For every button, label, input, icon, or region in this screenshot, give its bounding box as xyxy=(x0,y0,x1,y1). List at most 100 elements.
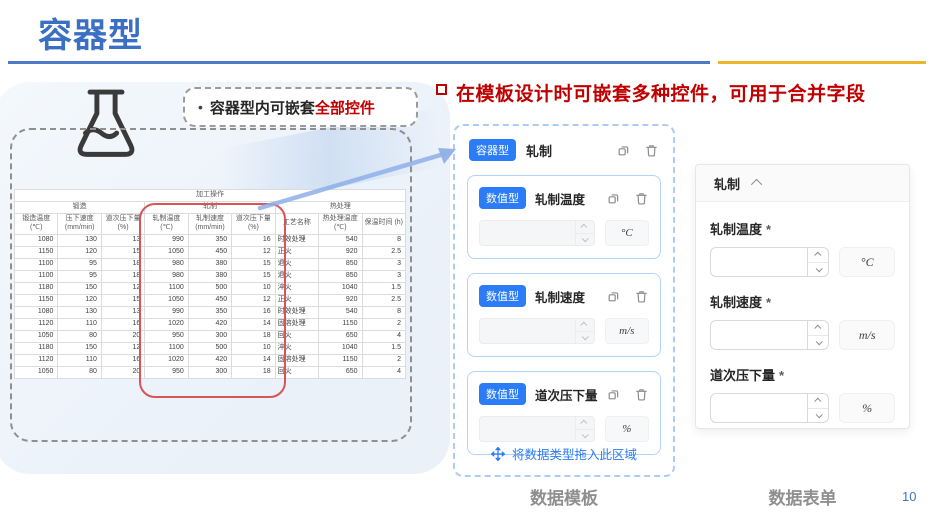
unit-label: % xyxy=(839,393,895,423)
numeric-type-badge: 数值型 xyxy=(479,285,526,307)
copy-icon[interactable] xyxy=(616,143,631,158)
table-cell: 850 xyxy=(319,270,362,282)
table-cell: 1150 xyxy=(15,294,58,306)
caption-data-form: 数据表单 xyxy=(695,484,910,509)
square-bullet-icon xyxy=(436,84,447,95)
table-cell: 1150 xyxy=(319,354,362,366)
number-input[interactable] xyxy=(479,416,575,442)
number-stepper[interactable] xyxy=(807,320,829,350)
delete-icon[interactable] xyxy=(634,289,649,304)
table-cell: 850 xyxy=(319,258,362,270)
bubble-highlight: 全部控件 xyxy=(315,97,375,118)
table-cell: 650 xyxy=(319,330,362,342)
caption-data-template: 数据模板 xyxy=(453,484,675,509)
table-cell: 150 xyxy=(58,342,101,354)
form-group-title: 轧制 xyxy=(714,174,740,193)
required-mark: * xyxy=(779,368,784,383)
numeric-type-badge: 数值型 xyxy=(479,187,526,209)
step-down-icon[interactable] xyxy=(582,235,589,242)
title-underline-blue xyxy=(8,61,710,64)
table-column-header: 压下速度(mm/min) xyxy=(58,214,101,235)
form-field: 轧制温度* °C xyxy=(710,219,895,277)
number-stepper[interactable] xyxy=(575,416,594,442)
form-field: 轧制速度 * m/s xyxy=(710,292,895,350)
field-card: 数值型 道次压下量 xyxy=(467,371,661,455)
drop-hint[interactable]: 将数据类型拖入此区域 xyxy=(455,444,673,463)
form-body: 轧制温度* °C 轧制速度 * m/s 道次压下量 * xyxy=(696,202,909,423)
copy-icon[interactable] xyxy=(606,191,621,206)
headline: 在模板设计时可嵌套多种控件，可用于合并字段 xyxy=(436,79,866,106)
unit-label: m/s xyxy=(839,320,895,350)
number-stepper[interactable] xyxy=(807,247,829,277)
field-card-label: 轧制速度 xyxy=(535,287,585,306)
delete-icon[interactable] xyxy=(644,143,659,158)
number-stepper[interactable] xyxy=(575,318,594,344)
table-cell: 95 xyxy=(58,270,101,282)
field-card-label: 轧制温度 xyxy=(535,189,585,208)
table-cell: 1040 xyxy=(319,342,362,354)
step-down-icon[interactable] xyxy=(816,411,823,418)
table-cell: 2.5 xyxy=(362,294,406,306)
copy-icon[interactable] xyxy=(606,387,621,402)
table-cell: 3 xyxy=(362,258,406,270)
page-title: 容器型 xyxy=(38,8,143,57)
highlight-frame xyxy=(139,203,286,398)
pointer-arrow-icon xyxy=(248,140,466,218)
number-input[interactable] xyxy=(479,318,575,344)
step-up-icon[interactable] xyxy=(581,322,588,329)
number-input[interactable] xyxy=(479,220,575,246)
table-cell: 110 xyxy=(58,318,101,330)
step-up-icon[interactable] xyxy=(814,325,821,332)
table-cell: 8 xyxy=(362,234,406,246)
table-cell: 920 xyxy=(319,294,362,306)
number-stepper[interactable] xyxy=(807,393,829,423)
step-down-icon[interactable] xyxy=(816,338,823,345)
step-down-icon[interactable] xyxy=(816,265,823,272)
required-mark: * xyxy=(766,295,771,310)
unit-label: °C xyxy=(839,247,895,277)
delete-icon[interactable] xyxy=(634,387,649,402)
table-cell: 110 xyxy=(58,354,101,366)
table-cell: 2 xyxy=(362,354,406,366)
table-cell: 1180 xyxy=(15,342,58,354)
delete-icon[interactable] xyxy=(634,191,649,206)
table-cell: 1.5 xyxy=(362,342,406,354)
number-input[interactable] xyxy=(710,320,807,350)
copy-icon[interactable] xyxy=(606,289,621,304)
table-cell: 1080 xyxy=(15,306,58,318)
step-up-icon[interactable] xyxy=(814,398,821,405)
step-up-icon[interactable] xyxy=(581,420,588,427)
table-column-header: 锻造温度(℃) xyxy=(15,214,58,235)
step-down-icon[interactable] xyxy=(582,431,589,438)
number-stepper[interactable] xyxy=(575,220,594,246)
drop-hint-text: 将数据类型拖入此区域 xyxy=(512,444,637,463)
form-field-label: 道次压下量 xyxy=(710,368,775,383)
number-input[interactable] xyxy=(710,247,807,277)
table-cell: 1080 xyxy=(15,234,58,246)
collapse-chevron-icon[interactable] xyxy=(751,179,762,190)
field-card: 数值型 轧制温度 xyxy=(467,175,661,259)
number-input[interactable] xyxy=(710,393,807,423)
form-field-label: 轧制温度 xyxy=(710,222,762,237)
step-up-icon[interactable] xyxy=(581,224,588,231)
table-cell: 130 xyxy=(58,306,101,318)
container-type-badge: 容器型 xyxy=(469,139,516,161)
table-cell: 1050 xyxy=(15,330,58,342)
form-group-header[interactable]: 轧制 xyxy=(696,165,909,202)
form-field-label: 轧制速度 xyxy=(710,295,762,310)
table-cell: 80 xyxy=(58,366,101,378)
table-cell: 120 xyxy=(58,294,101,306)
step-up-icon[interactable] xyxy=(814,252,821,259)
field-card-label: 道次压下量 xyxy=(535,385,598,404)
table-cell: 150 xyxy=(58,282,101,294)
table-cell: 80 xyxy=(58,330,101,342)
table-cell: 2.5 xyxy=(362,246,406,258)
callout-bubble: • 容器型内可嵌套 全部控件 xyxy=(183,87,418,127)
table-cell: 540 xyxy=(319,234,362,246)
slide: 容器型 • 容器型内可嵌套 全部控件 加工操作锻造轧制热处理锻造温度(℃)压下速… xyxy=(0,0,939,528)
bubble-text: 容器型内可嵌套 xyxy=(210,97,315,118)
table-cell: 130 xyxy=(58,234,101,246)
step-down-icon[interactable] xyxy=(582,333,589,340)
page-number: 10 xyxy=(902,489,916,504)
title-underline-yellow xyxy=(718,61,926,64)
